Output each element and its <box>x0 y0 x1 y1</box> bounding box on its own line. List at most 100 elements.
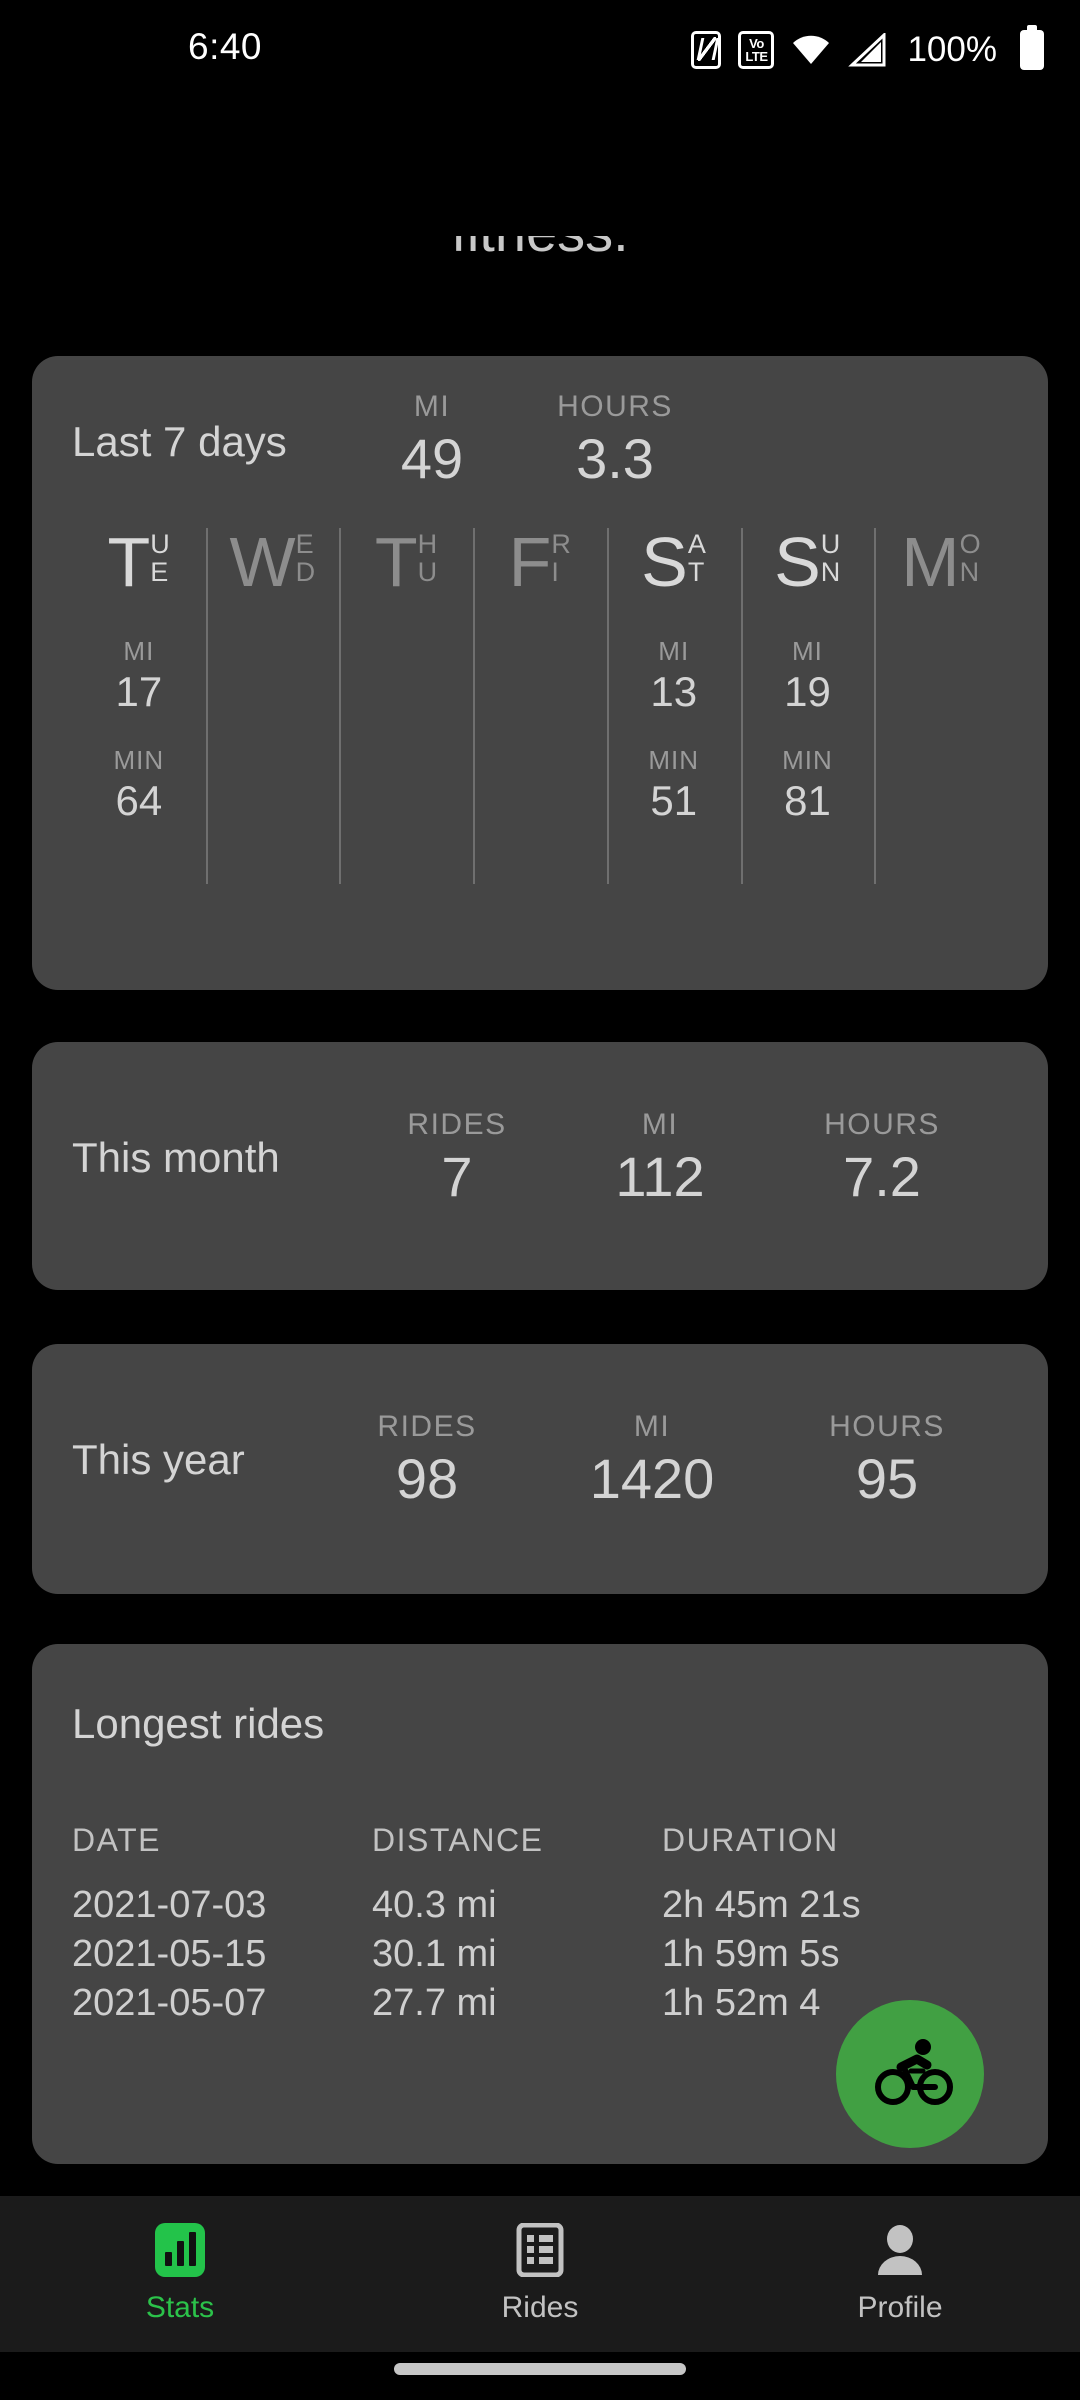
nav-label-stats: Stats <box>145 2291 215 2324</box>
ride-distance: 40.3 mi <box>372 1884 497 1926</box>
day-mi-label: MI <box>792 636 823 666</box>
week-total-mi-label: MI <box>413 390 451 423</box>
week-card-title: Last 7 days <box>72 418 287 465</box>
day-column-mon[interactable]: M O N MI MIN <box>874 522 1008 942</box>
day-initial: T <box>107 523 151 601</box>
battery-percent-label: 100% <box>907 30 997 69</box>
month-rides-value: 7 <box>441 1145 473 1208</box>
list-icon <box>513 2223 567 2277</box>
day-column-fri[interactable]: F R I MI MIN <box>473 522 607 942</box>
status-bar-clock: 6:40 <box>188 26 263 67</box>
app-screen: 6:40 Vo LTE 100% Last 7 days MI 49 HOURS… <box>0 0 1080 2400</box>
week-total-hours: HOURS 3.3 <box>520 390 710 488</box>
day-mi-sun: MI 19 <box>741 636 875 717</box>
day-letter: T <box>687 557 705 587</box>
bar-chart-icon <box>153 2223 207 2277</box>
day-letter: N <box>959 557 980 587</box>
day-label-sat: S A T <box>607 526 741 612</box>
day-column-tue[interactable]: T U E MI 17 MIN 64 <box>72 522 206 942</box>
month-hours-label: HOURS <box>824 1108 940 1141</box>
longest-rides-table: DATE DISTANCE DURATION 2021-07-03 40.3 m… <box>72 1822 1012 2028</box>
last-7-days-card[interactable]: Last 7 days MI 49 HOURS 3.3 T U E MI 17 … <box>32 356 1048 990</box>
day-label-thu: T H U <box>339 526 473 612</box>
day-mi-value: 19 <box>784 668 831 715</box>
week-total-mi-value: 49 <box>400 427 464 490</box>
start-ride-fab[interactable] <box>836 2000 984 2148</box>
day-min-value: 81 <box>784 777 831 824</box>
day-letter: H <box>417 529 438 559</box>
year-summary-row: This year RIDES 98 MI 1420 HOURS 95 <box>32 1344 1048 1592</box>
column-header-distance: DISTANCE <box>372 1822 544 1858</box>
day-rest-letters: O N <box>960 526 982 586</box>
week-total-mi: MI 49 <box>362 390 502 488</box>
year-card-title: This year <box>72 1436 245 1483</box>
nav-item-stats[interactable]: Stats <box>0 2196 360 2352</box>
day-min-label: MIN <box>648 745 700 775</box>
day-rest-letters: U E <box>150 526 170 586</box>
ride-date: 2021-05-07 <box>72 1982 267 2024</box>
day-mi-value: 13 <box>650 668 698 715</box>
this-year-card[interactable]: This year RIDES 98 MI 1420 HOURS 95 <box>32 1344 1048 1594</box>
ride-distance: 30.1 mi <box>372 1933 497 1975</box>
week-day-grid: T U E MI 17 MIN 64 W E D T H U F R I S A… <box>72 522 1008 942</box>
day-letter: I <box>551 557 560 587</box>
column-header-date: DATE <box>72 1822 161 1858</box>
table-header-row: DATE DISTANCE DURATION <box>72 1822 1012 1881</box>
day-min-sat: MIN 51 <box>607 745 741 826</box>
table-row[interactable]: 2021-05-15 30.1 mi 1h 59m 5s <box>72 1930 1012 1979</box>
year-rides-value: 98 <box>395 1447 459 1510</box>
ride-duration: 1h 59m 5s <box>662 1933 840 1975</box>
ride-date: 2021-05-15 <box>72 1933 267 1975</box>
month-rides-stat: RIDES 7 <box>362 1108 552 1206</box>
nav-divider <box>0 2352 1080 2355</box>
day-rest-letters: R I <box>551 526 571 586</box>
volte-icon: Vo LTE <box>738 31 775 69</box>
day-column-wed[interactable]: W E D MI MIN <box>205 522 340 942</box>
day-letter: A <box>687 529 707 559</box>
nav-label-profile: Profile <box>857 2291 943 2324</box>
day-letter: O <box>959 529 982 559</box>
week-total-hours-label: HOURS <box>557 390 673 423</box>
day-rest-letters: H U <box>418 526 438 586</box>
day-rest-letters: U N <box>821 526 841 586</box>
day-letter: U <box>150 529 171 559</box>
month-mi-label: MI <box>641 1108 679 1141</box>
this-month-card[interactable]: This month RIDES 7 MI 112 HOURS 7.2 <box>32 1042 1048 1290</box>
longest-rides-title: Longest rides <box>72 1700 325 1747</box>
scroll-content[interactable]: fitness. Last 7 days MI 49 HOURS 3.3 T <box>0 96 1080 2196</box>
day-column-thu[interactable]: T H U MI MIN <box>339 522 473 942</box>
day-min-value: 51 <box>650 777 698 824</box>
volte-bottom-label: LTE <box>745 49 768 64</box>
ride-distance: 27.7 mi <box>372 1982 497 2024</box>
day-rest-letters: E D <box>296 526 316 586</box>
nfc-icon <box>691 31 722 69</box>
nav-item-rides[interactable]: Rides <box>360 2196 720 2352</box>
year-rides-stat: RIDES 98 <box>332 1410 522 1508</box>
month-mi-value: 112 <box>615 1145 705 1208</box>
cyclist-icon <box>867 2037 953 2112</box>
month-hours-value: 7.2 <box>843 1145 921 1208</box>
day-min-label: MIN <box>113 745 165 775</box>
day-initial: T <box>374 523 418 601</box>
year-hours-value: 95 <box>855 1447 919 1510</box>
nav-item-profile[interactable]: Profile <box>720 2196 1080 2352</box>
year-mi-label: MI <box>633 1410 671 1443</box>
table-row[interactable]: 2021-07-03 40.3 mi 2h 45m 21s <box>72 1881 1012 1930</box>
year-mi-value: 1420 <box>589 1447 715 1510</box>
battery-icon <box>1020 25 1044 70</box>
day-column-sun[interactable]: S U N MI 19 MIN 81 <box>740 522 875 942</box>
day-mi-value: 17 <box>115 668 163 715</box>
month-summary-row: This month RIDES 7 MI 112 HOURS 7.2 <box>32 1042 1048 1290</box>
day-letter: E <box>150 557 169 587</box>
day-letter: E <box>295 529 315 559</box>
day-column-sat[interactable]: S A T MI 13 MIN 51 <box>606 522 741 942</box>
day-letter: D <box>295 557 316 587</box>
home-indicator[interactable] <box>394 2363 686 2375</box>
person-icon <box>873 2223 927 2277</box>
status-bar: 6:40 Vo LTE 100% <box>0 0 1080 96</box>
day-letter: U <box>820 529 841 559</box>
day-mi-sat: MI 13 <box>607 636 741 717</box>
day-min-value: 64 <box>115 777 163 824</box>
year-hours-label: HOURS <box>829 1410 945 1443</box>
month-hours-stat: HOURS 7.2 <box>772 1108 992 1206</box>
